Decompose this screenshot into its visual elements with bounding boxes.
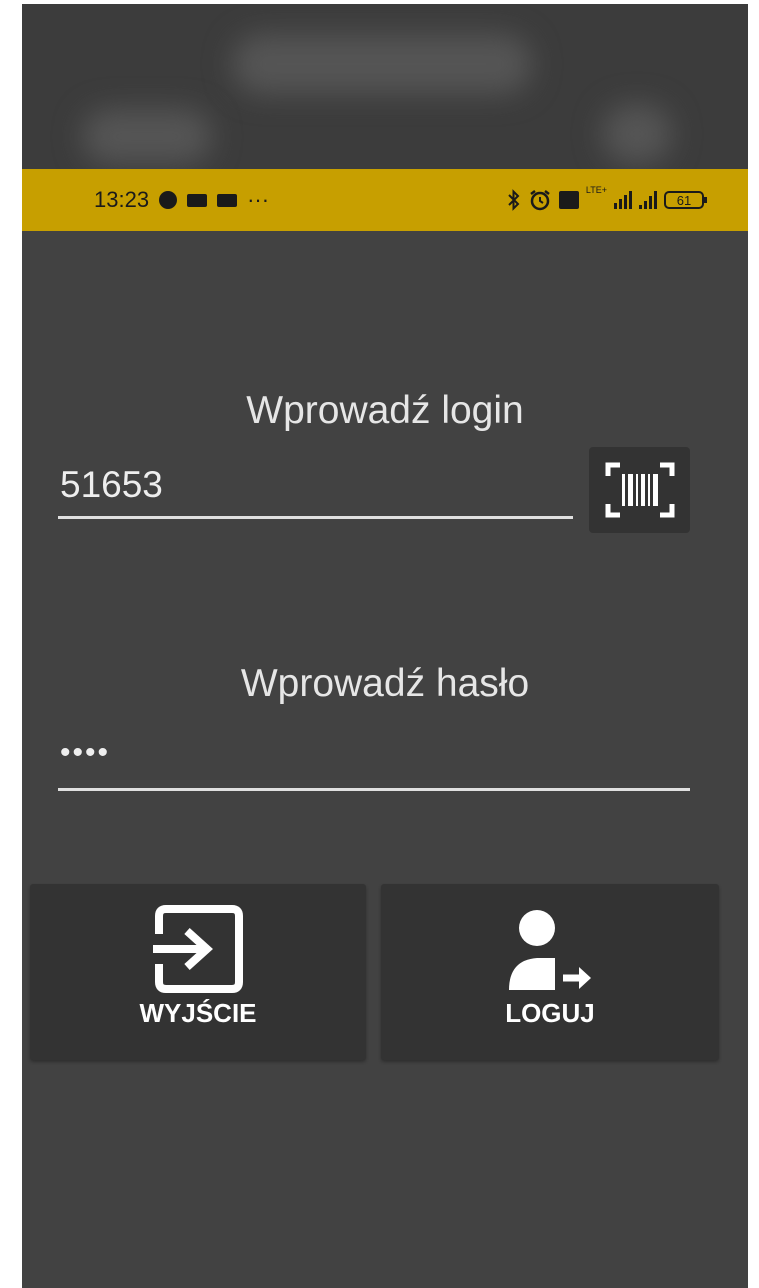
bluetooth-icon — [508, 189, 520, 211]
exit-button[interactable]: WYJŚCIE — [30, 884, 366, 1060]
exit-icon — [153, 905, 243, 993]
password-input[interactable]: •••• — [60, 736, 110, 770]
login-button-label: LOGUJ — [505, 998, 595, 1028]
battery-icon: 61 — [664, 191, 707, 209]
notification-icon — [187, 193, 208, 207]
scan-barcode-button[interactable] — [589, 447, 690, 533]
clock: 13:23 — [94, 187, 150, 212]
password-input-underline — [58, 788, 690, 791]
login-input-underline — [58, 516, 573, 519]
notification-icon — [217, 193, 238, 207]
volte-icon — [558, 191, 579, 209]
barcode-scanner-icon — [605, 462, 674, 518]
alarm-icon — [530, 190, 550, 211]
blurred-app-header — [22, 4, 748, 169]
login-label: Wprowadź login — [246, 389, 524, 432]
signal-strength-icon — [614, 191, 632, 209]
more-notifications: ··· — [247, 187, 270, 212]
battery-level: 61 — [676, 192, 692, 208]
password-label: Wprowadź hasło — [240, 662, 530, 705]
login-button[interactable]: LOGUJ — [381, 884, 719, 1060]
user-login-icon — [509, 910, 591, 990]
navigation-icon — [159, 191, 178, 209]
status-bar: 13:23 ··· LTE+ 61 — [22, 169, 748, 231]
login-input[interactable]: 51653 — [60, 464, 163, 506]
signal-strength-icon — [639, 191, 657, 209]
network-type: LTE+ — [585, 185, 607, 195]
app-screen: 13:23 ··· LTE+ 61 Wprowadź login 51653 W… — [22, 4, 748, 1288]
exit-button-label: WYJŚCIE — [139, 998, 257, 1028]
